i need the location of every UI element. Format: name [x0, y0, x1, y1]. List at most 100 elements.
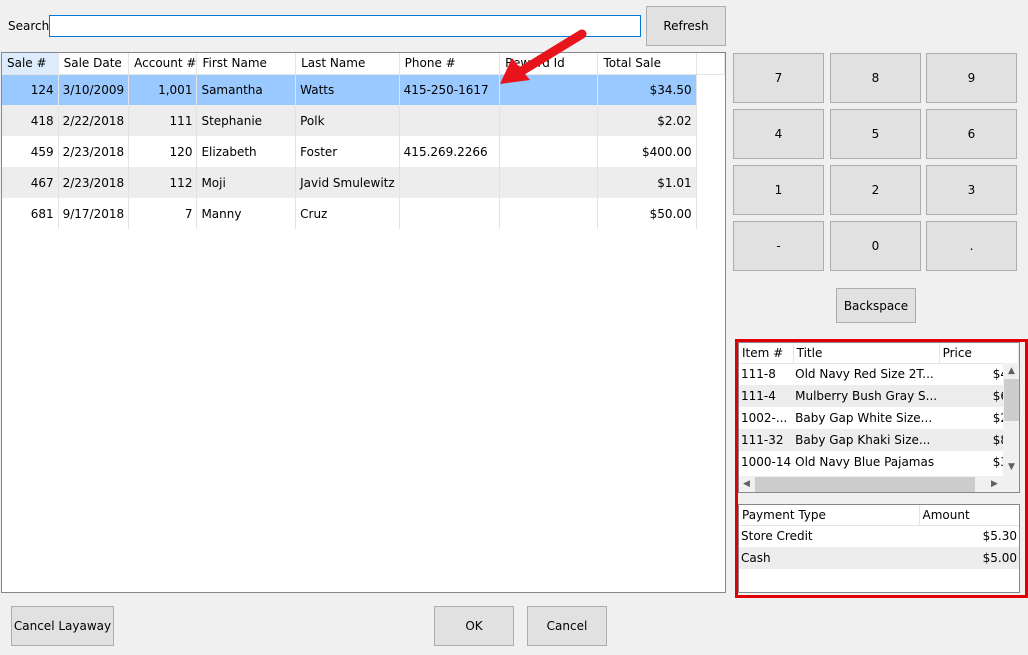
cell-item-number: 1002-... — [741, 411, 788, 425]
sales-grid[interactable]: Sale # Sale Date Account # First Name La… — [1, 52, 726, 593]
col-header-price[interactable]: Price — [939, 343, 1019, 364]
scroll-right-icon[interactable]: ▶ — [987, 476, 1002, 492]
list-item[interactable]: 111-32 Baby Gap Khaki Size... $8.( — [739, 429, 1019, 451]
col-header-filler — [696, 53, 725, 75]
payments-table: Payment Type Amount Store Credit $5.30 C… — [739, 505, 1019, 569]
cell-account-number: 120 — [128, 136, 198, 167]
cell-title: Old Navy Red Size 2T... — [795, 367, 934, 382]
cell-first-name: Elizabeth — [196, 136, 297, 167]
scroll-down-icon[interactable]: ▼ — [1004, 459, 1019, 475]
col-header-account-number[interactable]: Account # — [128, 53, 198, 75]
keypad-8-button[interactable]: 8 — [830, 53, 921, 103]
cell-filler — [696, 74, 725, 105]
cell-sale-number: 467 — [2, 167, 59, 198]
col-header-title[interactable]: Title — [793, 343, 940, 364]
cell-filler — [696, 167, 725, 198]
list-item[interactable]: 1000-14 Old Navy Blue Pajamas $3.( — [739, 451, 1019, 473]
list-item[interactable]: Store Credit $5.30 — [739, 525, 1019, 547]
keypad-5-button[interactable]: 5 — [830, 109, 921, 159]
cell-phone: 415-250-1617 — [399, 74, 501, 105]
list-item[interactable]: 111-4 Mulberry Bush Gray S... $6.( — [739, 385, 1019, 407]
list-item[interactable]: 111-8 Old Navy Red Size 2T... $4.( — [739, 363, 1019, 385]
refresh-button[interactable]: Refresh — [646, 6, 726, 46]
col-header-amount[interactable]: Amount — [919, 505, 1019, 526]
cell-item-number: 111-32 — [739, 429, 794, 451]
col-header-sale-date[interactable]: Sale Date — [58, 53, 130, 75]
cell-total-sale: $1.01 — [597, 167, 697, 198]
keypad-6-button[interactable]: 6 — [926, 109, 1017, 159]
cell-sale-date: 2/22/2018 — [58, 105, 130, 136]
keypad-3-button[interactable]: 3 — [926, 165, 1017, 215]
backspace-button[interactable]: Backspace — [836, 288, 916, 323]
scroll-left-icon[interactable]: ◀ — [739, 476, 754, 492]
cell-total-sale: $34.50 — [597, 74, 697, 105]
col-header-total-sale[interactable]: Total Sale — [597, 53, 697, 75]
table-row[interactable]: 459 2/23/2018 120 Elizabeth Foster 415.2… — [2, 136, 725, 167]
keypad-decimal-button[interactable]: . — [926, 221, 1017, 271]
cell-first-name: Samantha — [196, 74, 297, 105]
cell-title: Baby Gap Khaki Size... — [793, 429, 940, 451]
cell-reward-id — [499, 167, 599, 198]
col-header-payment-type[interactable]: Payment Type — [739, 505, 920, 526]
items-table: Item # Title Price 111-8 Old Navy Red Si… — [739, 343, 1019, 473]
table-row[interactable]: 124 3/10/2009 1,001 Samantha Watts 415-2… — [2, 74, 725, 105]
cell-account-number: 7 — [128, 198, 198, 229]
cell-item-number: 111-8 — [741, 367, 776, 382]
keypad-minus-button[interactable]: - — [733, 221, 824, 271]
cell-first-name: Moji — [196, 167, 297, 198]
cell-title: Baby Gap White Size... — [795, 411, 933, 425]
cell-filler — [696, 198, 725, 229]
list-item[interactable]: 1002-... Baby Gap White Size... $2.( — [739, 407, 1019, 429]
items-vertical-scrollbar[interactable]: ▲ ▼ — [1003, 363, 1019, 476]
list-item[interactable]: Cash $5.00 — [739, 547, 1019, 569]
cell-reward-id — [499, 105, 599, 136]
cell-last-name: Javid Smulewitz — [295, 167, 400, 198]
cell-account-number: 1,001 — [128, 74, 198, 105]
cell-payment-type: Store Credit — [741, 529, 813, 544]
keypad-4-button[interactable]: 4 — [733, 109, 824, 159]
keypad-9-button[interactable]: 9 — [926, 53, 1017, 103]
items-horizontal-scrollbar[interactable]: ◀ ▶ — [739, 476, 1003, 492]
cell-sale-number: 124 — [2, 74, 59, 105]
cell-sale-number: 681 — [2, 198, 59, 229]
keypad-1-button[interactable]: 1 — [733, 165, 824, 215]
col-header-phone[interactable]: Phone # — [399, 53, 501, 75]
cell-first-name: Stephanie — [196, 105, 297, 136]
keypad-7-button[interactable]: 7 — [733, 53, 824, 103]
ok-button[interactable]: OK — [434, 606, 514, 646]
cell-phone: 415.269.2266 — [399, 136, 501, 167]
cancel-button[interactable]: Cancel — [527, 606, 607, 646]
annotation-arrow-icon — [500, 29, 587, 84]
keypad-0-button[interactable]: 0 — [830, 221, 921, 271]
items-header-row: Item # Title Price — [739, 343, 1019, 364]
cell-sale-date: 2/23/2018 — [58, 167, 130, 198]
table-row[interactable]: 467 2/23/2018 112 Moji Javid Smulewitz $… — [2, 167, 725, 198]
keypad-2-button[interactable]: 2 — [830, 165, 921, 215]
col-header-last-name[interactable]: Last Name — [295, 53, 400, 75]
items-grid[interactable]: Item # Title Price 111-8 Old Navy Red Si… — [738, 342, 1020, 493]
cell-phone — [399, 198, 501, 229]
payments-grid[interactable]: Payment Type Amount Store Credit $5.30 C… — [738, 504, 1020, 593]
cell-last-name: Watts — [295, 74, 400, 105]
cell-amount: $5.30 — [982, 529, 1017, 544]
cell-account-number: 112 — [128, 167, 198, 198]
scroll-up-icon[interactable]: ▲ — [1004, 363, 1019, 379]
cancel-layaway-button[interactable]: Cancel Layaway — [11, 606, 114, 646]
table-row[interactable]: 418 2/22/2018 111 Stephanie Polk $2.02 — [2, 105, 725, 136]
cell-sale-number: 459 — [2, 136, 59, 167]
col-header-first-name[interactable]: First Name — [196, 53, 297, 75]
cell-reward-id — [499, 136, 599, 167]
search-label: Search — [8, 19, 50, 33]
cell-first-name: Manny — [196, 198, 297, 229]
col-header-sale-number[interactable]: Sale # — [2, 53, 59, 75]
items-horizontal-scroll-thumb[interactable] — [755, 477, 975, 492]
sales-header-row: Sale # Sale Date Account # First Name La… — [2, 53, 725, 75]
table-row[interactable]: 681 9/17/2018 7 Manny Cruz $50.00 — [2, 198, 725, 229]
col-header-item-number[interactable]: Item # — [739, 343, 794, 364]
items-vertical-scroll-thumb[interactable] — [1004, 379, 1019, 421]
cell-amount: $5.00 — [919, 547, 1019, 569]
cell-title: Old Navy Blue Pajamas — [795, 455, 935, 469]
cell-total-sale: $2.02 — [597, 105, 697, 136]
scrollbar-corner — [1003, 476, 1019, 492]
payments-header-row: Payment Type Amount — [739, 505, 1019, 526]
